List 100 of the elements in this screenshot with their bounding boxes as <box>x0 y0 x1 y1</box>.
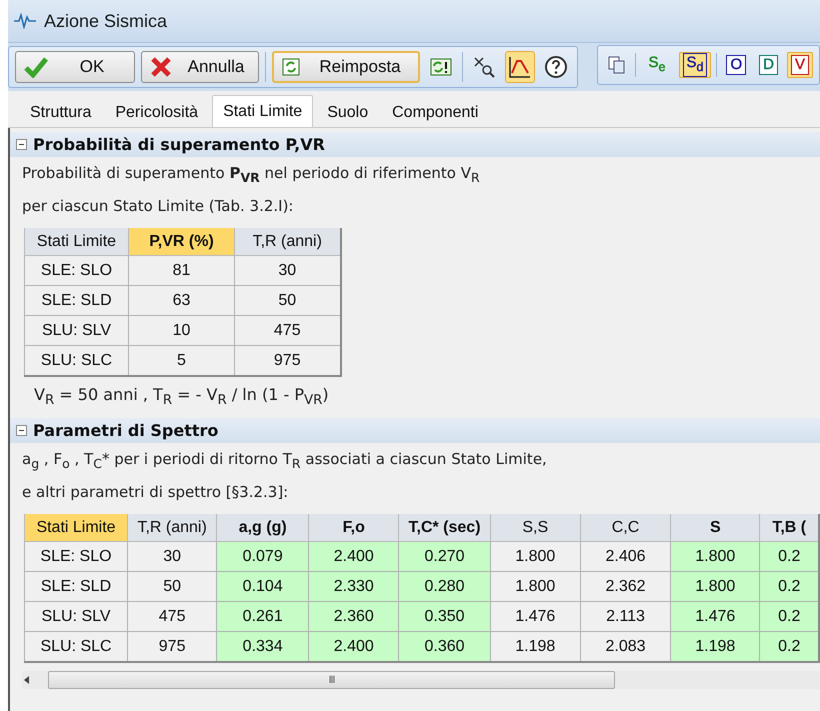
column-header[interactable]: a,g (g) <box>216 514 309 542</box>
table-cell: 0.334 <box>216 632 309 662</box>
table-cell: 81 <box>128 256 234 286</box>
table-cell: 1.476 <box>670 602 760 632</box>
section-header[interactable]: Parametri di Spettro <box>10 418 820 444</box>
table-cell: 50 <box>234 286 340 316</box>
table-cell: SLU: SLV <box>24 316 128 346</box>
column-header[interactable]: T,R (anni) <box>128 514 217 542</box>
column-header[interactable]: T,C* (sec) <box>398 514 490 542</box>
table-cell: 2.362 <box>580 572 671 602</box>
toggle-letter: S$_{e}$ <box>648 53 666 76</box>
view-toggle[interactable]: S$_{d}$ <box>678 52 712 78</box>
table-cell: 0.360 <box>398 632 490 662</box>
table-cell: 475 <box>234 316 340 346</box>
table-cell: 2.406 <box>580 542 671 572</box>
table-cell: 1.198 <box>490 632 580 662</box>
tab[interactable]: Stati Limite <box>212 95 314 127</box>
scroll-left-icon[interactable] <box>22 675 32 686</box>
table-cell: SLE: SLD <box>24 286 128 316</box>
table-cell: 1.800 <box>490 572 580 602</box>
copy-icon <box>608 56 626 74</box>
help-icon <box>544 55 568 79</box>
table-cell: 1.198 <box>670 632 760 662</box>
table-cell: 30 <box>128 542 217 572</box>
table-cell: 0.261 <box>216 602 309 632</box>
column-header[interactable]: S,S <box>490 514 580 542</box>
toggle-letter: O <box>726 55 746 75</box>
check-icon <box>24 56 48 78</box>
collapse-icon[interactable] <box>16 425 27 436</box>
table-cell: 2.400 <box>308 542 399 572</box>
description-text: Probabilità di superamento P$_{VR}$ nel periodo di riferimento V$_{R}$ <box>22 163 481 187</box>
table-cell: 10 <box>128 316 234 346</box>
table-cell: 2.400 <box>308 632 399 662</box>
view-toggle[interactable]: D <box>755 52 782 78</box>
section-title: Parametri di Spettro <box>33 421 218 440</box>
reset-button[interactable]: Reimposta <box>272 51 420 83</box>
tab[interactable]: Pericolosità <box>105 99 208 127</box>
zoom-icon <box>473 56 495 78</box>
toggle-letter: V <box>790 55 809 75</box>
table-cell: 2.330 <box>308 572 399 602</box>
description-text: e altri parametri di spettro [§3.2.3]: <box>22 482 290 504</box>
table-cell: 0.2 <box>760 542 819 572</box>
view-toggle[interactable]: S$_{e}$ <box>640 52 674 78</box>
view-toggle[interactable]: V <box>786 52 813 78</box>
table-cell: 1.476 <box>490 602 580 632</box>
table-cell: SLU: SLC <box>24 632 128 662</box>
toggle-letter: D <box>759 55 778 75</box>
table-cell: 975 <box>128 632 217 662</box>
table-cell: SLE: SLD <box>24 572 128 602</box>
description-text: per ciascun Stato Limite (Tab. 3.2.I): <box>22 196 294 217</box>
view-toggle[interactable]: O <box>722 52 750 78</box>
ok-button[interactable]: OK <box>15 51 135 83</box>
table-cell: SLU: SLV <box>24 602 128 632</box>
chart-button[interactable] <box>505 51 535 83</box>
toggle-letter: S$_{d}$ <box>682 53 708 77</box>
column-header[interactable]: F,o <box>308 514 399 542</box>
tab[interactable]: Suolo <box>317 99 378 127</box>
table-cell: 0.280 <box>398 572 490 602</box>
table-cell: 5 <box>128 346 234 376</box>
collapse-icon[interactable] <box>16 139 27 150</box>
formula-text: V$_{R}$ = 50 anni , T$_{R}$ = - V$_{R}$ / ln (1 - P$_{VR}$) <box>34 385 329 408</box>
table-cell: 0.2 <box>760 572 819 602</box>
refresh-icon <box>430 58 452 76</box>
description-text: a$_{g}$ , F$_{o}$ , T$_{C}$* per i periodi di ritorno T$_{R}$ associati a ciascun Stato Limite, <box>22 449 548 474</box>
column-header[interactable]: Stati Limite <box>24 514 128 542</box>
table-cell: 50 <box>128 572 217 602</box>
column-header[interactable]: S <box>670 514 760 542</box>
table-cell: 0.104 <box>216 572 309 602</box>
table-cell: 0.2 <box>760 632 819 662</box>
tab[interactable]: Componenti <box>382 99 488 127</box>
table-cell: 2.113 <box>580 602 671 632</box>
table-cell: 63 <box>128 286 234 316</box>
tab[interactable]: Struttura <box>20 99 102 127</box>
table-cell: 0.079 <box>216 542 309 572</box>
table-cell: 1.800 <box>670 572 760 602</box>
section-title: Probabilità di superamento P,VR <box>33 135 325 154</box>
table-cell: 0.2 <box>760 602 819 632</box>
section-header[interactable]: Probabilità di superamento P,VR <box>10 132 820 157</box>
waveform-icon <box>14 13 36 29</box>
table-cell: 0.270 <box>398 542 490 572</box>
column-header[interactable]: T,B ( <box>760 514 819 542</box>
table-cell: SLU: SLC <box>24 346 128 376</box>
column-header[interactable]: Stati Limite <box>24 228 128 256</box>
table-cell: 1.800 <box>490 542 580 572</box>
table-cell: 0.350 <box>398 602 490 632</box>
table-cell: SLE: SLO <box>24 256 128 286</box>
scrollbar-grip[interactable]: III <box>328 674 334 686</box>
close-icon <box>150 56 172 78</box>
table-cell: 1.800 <box>670 542 760 572</box>
table-cell: 2.360 <box>308 602 399 632</box>
column-header[interactable]: C,C <box>580 514 671 542</box>
column-header[interactable]: P,VR (%) <box>128 228 234 256</box>
table-cell: SLE: SLO <box>24 542 128 572</box>
cancel-button[interactable]: Annulla <box>141 51 259 83</box>
spectrum-chart-icon <box>508 55 532 79</box>
refresh-icon <box>282 58 300 76</box>
horizontal-scrollbar[interactable]: III <box>22 671 820 690</box>
table-cell: 975 <box>234 346 340 376</box>
column-header[interactable]: T,R (anni) <box>234 228 340 256</box>
table-cell: 2.083 <box>580 632 671 662</box>
